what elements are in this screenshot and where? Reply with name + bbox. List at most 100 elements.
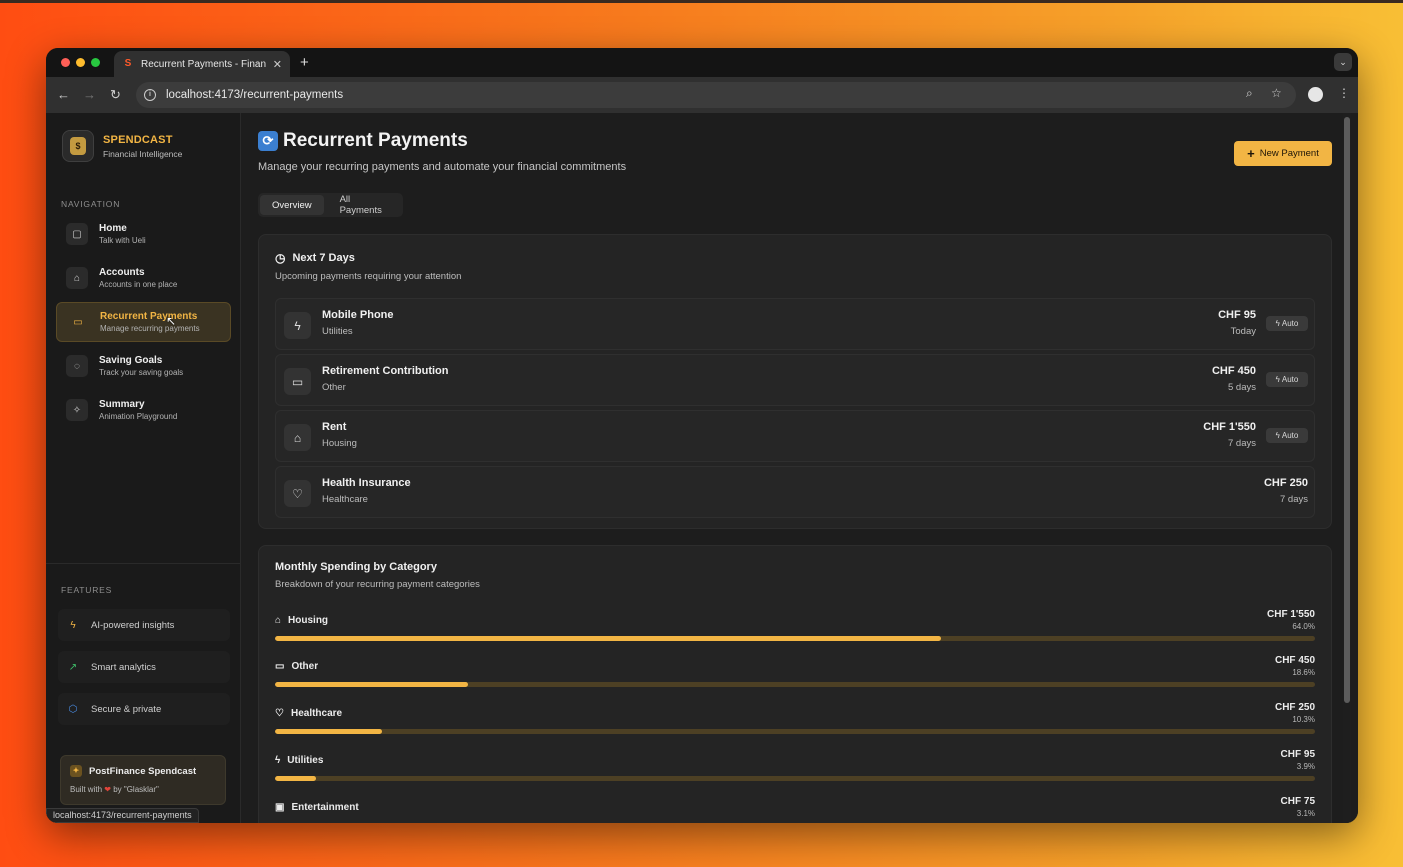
- back-arrow-icon[interactable]: ←: [57, 87, 70, 102]
- home-icon: ⌂: [284, 424, 311, 451]
- sidebar-item-summary[interactable]: ✧ Summary Animation Playground: [56, 390, 231, 430]
- sidebar-item-accounts[interactable]: ⌂ Accounts Accounts in one place: [56, 258, 231, 298]
- address-bar-url[interactable]: localhost:4173/recurrent-payments: [166, 89, 343, 101]
- feature-label: Smart analytics: [91, 661, 156, 673]
- auto-badge: ϟ Auto: [1266, 372, 1308, 387]
- maximize-window-button[interactable]: [91, 58, 100, 67]
- tab-all-payments[interactable]: All Payments: [328, 194, 401, 216]
- bolt-icon: ϟ: [1275, 431, 1280, 440]
- category-percent: 3.1%: [1296, 809, 1315, 818]
- payment-amount: CHF 95: [1218, 309, 1256, 321]
- tab-overview[interactable]: Overview: [260, 195, 324, 215]
- main-content: ⟳ Recurrent Payments Manage your recurri…: [241, 113, 1351, 823]
- address-bar[interactable]: i localhost:4173/recurrent-payments: [136, 82, 1296, 108]
- auto-badge: ϟ Auto: [1266, 428, 1308, 443]
- reload-icon[interactable]: ↻: [110, 87, 121, 103]
- auto-badge-label: Auto: [1281, 431, 1299, 440]
- auto-badge: ϟ Auto: [1266, 316, 1308, 331]
- sidebar-item-title: Summary: [99, 399, 145, 410]
- category-row-healthcare: ♡ Healthcare CHF 250 10.3%: [275, 702, 1315, 744]
- category-name: Housing: [288, 615, 329, 626]
- sidebar: $ SPENDCAST Financial Intelligence NAVIG…: [46, 113, 241, 823]
- browser-menu-icon[interactable]: ⋮: [1338, 86, 1350, 100]
- bolt-icon: ϟ: [284, 312, 311, 339]
- category-bar-fill: [275, 729, 383, 734]
- brand-tagline: Financial Intelligence: [103, 148, 183, 159]
- bolt-icon: ϟ: [275, 755, 281, 766]
- payment-row-rent[interactable]: ⌂ Rent Housing CHF 1'550 7 days ϟ Auto: [275, 410, 1315, 462]
- trending-up-icon: ↗: [68, 661, 78, 673]
- browser-window: S Recurrent Payments - Financ ✕ + ⌄ ← → …: [46, 48, 1358, 823]
- link-status-bar: localhost:4173/recurrent-payments: [46, 808, 199, 823]
- feature-secure-private: ⬡ Secure & private: [58, 693, 230, 725]
- sidebar-item-subtitle: Manage recurring payments: [100, 324, 200, 333]
- sidebar-item-recurrent-payments[interactable]: ▭ Recurrent Payments Manage recurring pay…: [56, 302, 231, 342]
- page-title: ⟳ Recurrent Payments: [258, 130, 468, 152]
- new-tab-icon[interactable]: +: [300, 54, 309, 71]
- payment-category: Utilities: [322, 326, 353, 337]
- close-window-button[interactable]: [61, 58, 70, 67]
- bolt-icon: ϟ: [1275, 375, 1280, 384]
- feature-label: AI-powered insights: [91, 619, 175, 631]
- category-amount: CHF 75: [1280, 796, 1315, 807]
- payment-amount: CHF 1'550: [1203, 421, 1256, 433]
- payment-amount: CHF 250: [1263, 477, 1308, 489]
- sidebar-item-subtitle: Track your saving goals: [99, 368, 184, 377]
- nav-section-label: NAVIGATION: [61, 199, 121, 209]
- sidebar-item-subtitle: Animation Playground: [99, 412, 178, 421]
- payment-row-health-insurance[interactable]: ♡ Health Insurance Healthcare CHF 250 7 …: [275, 466, 1315, 518]
- sparkles-icon: ✧: [66, 399, 88, 421]
- payment-row-retirement[interactable]: ▭ Retirement Contribution Other CHF 450 …: [275, 354, 1315, 406]
- extension-icon[interactable]: [1308, 87, 1323, 102]
- payment-row-mobile-phone[interactable]: ϟ Mobile Phone Utilities CHF 95 Today ϟA…: [275, 298, 1315, 350]
- sidebar-divider: [46, 563, 241, 564]
- scrollbar-thumb[interactable]: [1344, 117, 1350, 703]
- promo-title: PostFinance Spendcast: [89, 765, 197, 777]
- category-name: Healthcare: [290, 708, 343, 719]
- category-row-utilities: ϟ Utilities CHF 95 3.9%: [275, 749, 1315, 791]
- payment-name: Health Insurance: [322, 477, 411, 489]
- main-scrollbar[interactable]: [1343, 113, 1351, 823]
- page-subtitle: Manage your recurring payments and autom…: [258, 161, 627, 173]
- close-tab-icon[interactable]: ✕: [273, 58, 282, 71]
- bookmark-star-icon[interactable]: ☆: [1271, 86, 1282, 100]
- promo-built-prefix: Built with: [70, 785, 103, 794]
- browser-tab-title: Recurrent Payments - Financ: [141, 58, 266, 70]
- spending-by-category-card: Monthly Spending by Category Breakdown o…: [258, 545, 1332, 823]
- category-amount: CHF 1'550: [1267, 609, 1315, 620]
- category-percent: 18.6%: [1292, 668, 1315, 677]
- category-bar-track: [275, 729, 1315, 734]
- card-title: Monthly Spending by Category: [275, 561, 437, 573]
- category-amount: CHF 450: [1274, 655, 1315, 666]
- screen-top-edge: [0, 0, 1403, 3]
- category-bar-fill: [275, 682, 469, 687]
- site-info-icon[interactable]: i: [144, 89, 156, 101]
- stethoscope-icon: ♡: [275, 708, 284, 719]
- payment-name: Retirement Contribution: [322, 365, 449, 377]
- category-amount: CHF 95: [1280, 749, 1315, 760]
- zoom-icon[interactable]: ⌕: [1246, 86, 1253, 101]
- sidebar-item-subtitle: Accounts in one place: [99, 280, 178, 289]
- new-payment-button[interactable]: + New Payment: [1234, 141, 1332, 166]
- payment-amount: CHF 450: [1211, 365, 1256, 377]
- browser-tab-active[interactable]: S Recurrent Payments - Financ ✕: [114, 51, 290, 77]
- card-title: Next 7 Days: [292, 252, 355, 264]
- payment-due: 7 days: [1228, 438, 1256, 449]
- brand[interactable]: $ SPENDCAST Financial Intelligence: [62, 130, 182, 162]
- category-name: Utilities: [287, 755, 324, 766]
- sidebar-item-home[interactable]: ▢ Home Talk with Ueli: [56, 214, 231, 254]
- card-icon: ▭: [275, 661, 285, 672]
- category-row-other: ▭ Other CHF 450 18.6%: [275, 655, 1315, 697]
- forward-arrow-icon[interactable]: →: [83, 87, 96, 102]
- card-icon: ▭: [73, 316, 83, 328]
- sidebar-item-saving-goals[interactable]: ◌ Saving Goals Track your saving goals: [56, 346, 231, 386]
- tab-search-chevron-icon[interactable]: ⌄: [1334, 53, 1352, 71]
- app-root: $ SPENDCAST Financial Intelligence NAVIG…: [46, 113, 1358, 823]
- card-icon: ▭: [284, 368, 311, 395]
- new-payment-label: New Payment: [1259, 148, 1319, 159]
- payment-due: 5 days: [1228, 382, 1256, 393]
- bolt-icon: ϟ: [1275, 319, 1280, 328]
- payment-category: Housing: [322, 438, 357, 449]
- sidebar-item-title: Saving Goals: [99, 355, 163, 366]
- minimize-window-button[interactable]: [76, 58, 85, 67]
